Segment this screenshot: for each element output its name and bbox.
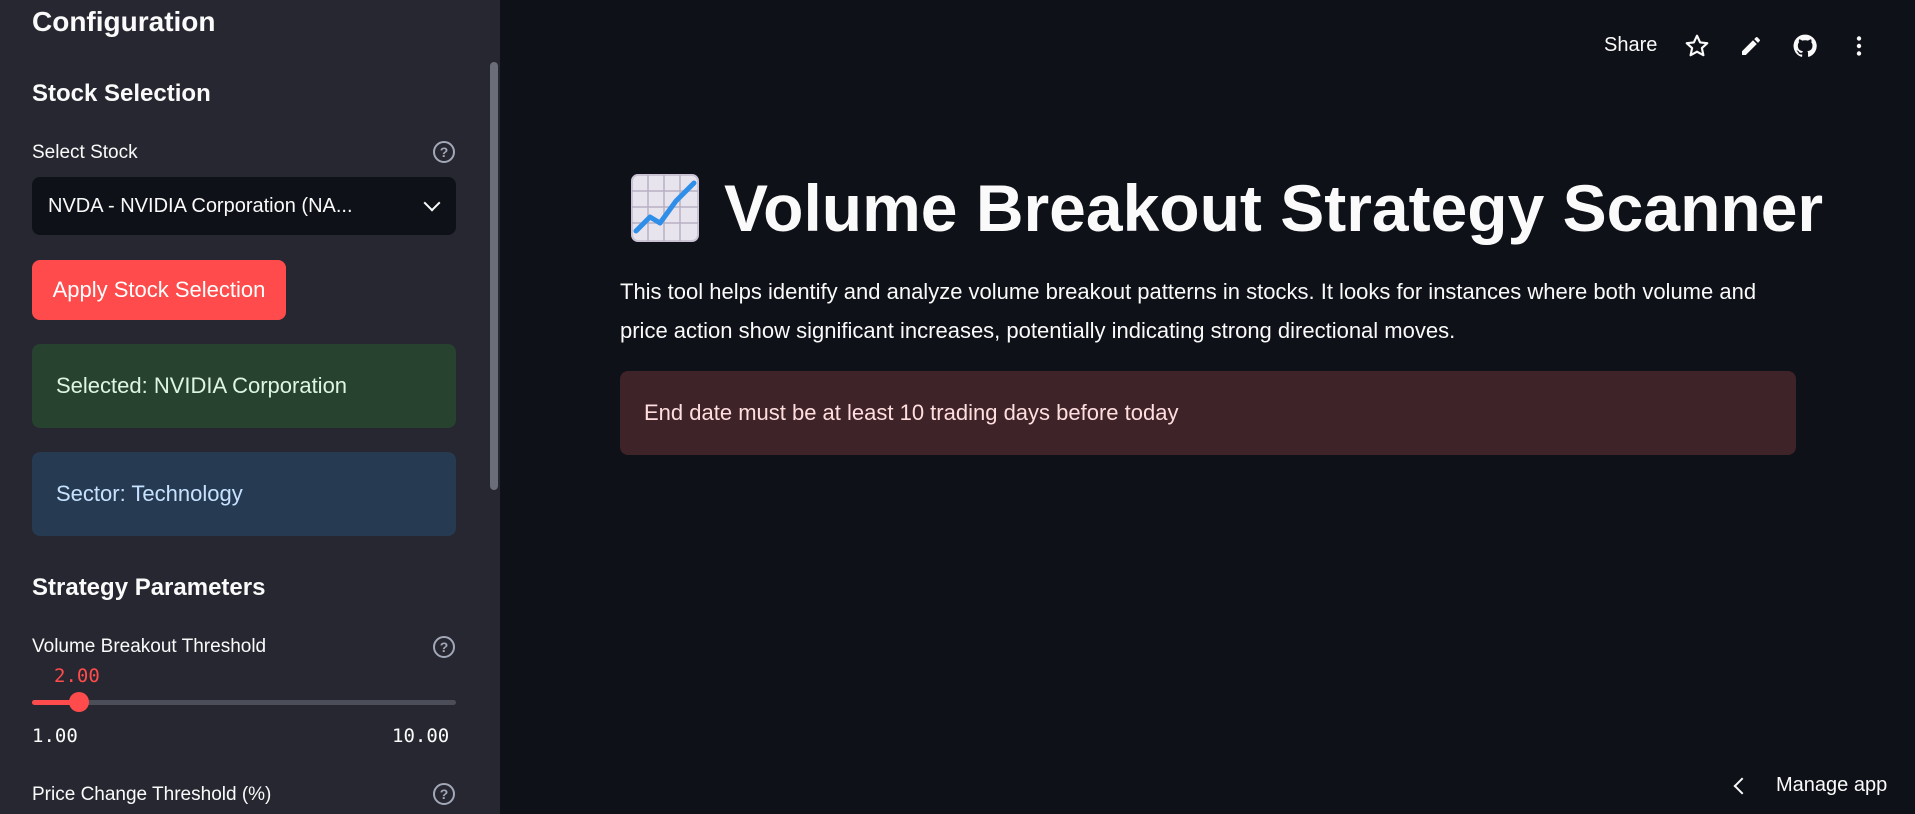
stock-select[interactable]: NVDA - NVIDIA Corporation (NA... — [32, 177, 456, 235]
volume-threshold-slider-track[interactable] — [32, 700, 456, 705]
manage-app-button[interactable]: Manage app — [1730, 774, 1887, 797]
intro-text: This tool helps identify and analyze vol… — [620, 279, 1757, 343]
volume-threshold-slider-thumb[interactable] — [69, 692, 90, 712]
strategy-parameters-heading: Strategy Parameters — [32, 574, 266, 601]
volume-threshold-max: 10.00 — [392, 725, 450, 747]
chart-increasing-icon — [631, 174, 699, 242]
stock-select-value: NVDA - NVIDIA Corporation (NA... — [48, 194, 353, 217]
price-change-threshold-label: Price Change Threshold (%) — [32, 784, 272, 805]
apply-stock-selection-button[interactable]: Apply Stock Selection — [32, 260, 286, 320]
price-change-help-icon[interactable]: ? — [433, 783, 455, 805]
error-alert: End date must be at least 10 trading day… — [620, 371, 1796, 455]
edit-icon[interactable] — [1737, 32, 1765, 60]
volume-threshold-label: Volume Breakout Threshold — [32, 636, 267, 657]
sector-alert: Sector: Technology — [32, 452, 456, 536]
select-stock-help-icon[interactable]: ? — [433, 141, 455, 163]
selected-stock-alert: Selected: NVIDIA Corporation — [32, 344, 456, 428]
sidebar-scrollbar[interactable] — [490, 62, 498, 490]
select-stock-label: Select Stock — [32, 142, 138, 163]
page-title: Volume Breakout Strategy Scanner — [724, 171, 1824, 245]
more-menu-icon[interactable] — [1845, 32, 1873, 60]
manage-app-label: Manage app — [1776, 774, 1888, 796]
page-title-row: Volume Breakout Strategy Scanner — [630, 170, 1823, 246]
sidebar: Configuration Stock Selection Select Sto… — [0, 0, 500, 814]
share-button[interactable]: Share — [1604, 34, 1657, 57]
star-icon[interactable] — [1683, 32, 1711, 60]
volume-threshold-help-icon[interactable]: ? — [433, 636, 455, 658]
chevron-left-icon — [1733, 777, 1751, 794]
volume-threshold-value: 2.00 — [54, 665, 100, 687]
stock-selection-heading: Stock Selection — [32, 80, 211, 107]
sidebar-title: Configuration — [32, 6, 216, 37]
volume-threshold-min: 1.00 — [32, 725, 78, 747]
chevron-down-icon — [423, 194, 441, 212]
github-icon[interactable] — [1791, 32, 1819, 60]
